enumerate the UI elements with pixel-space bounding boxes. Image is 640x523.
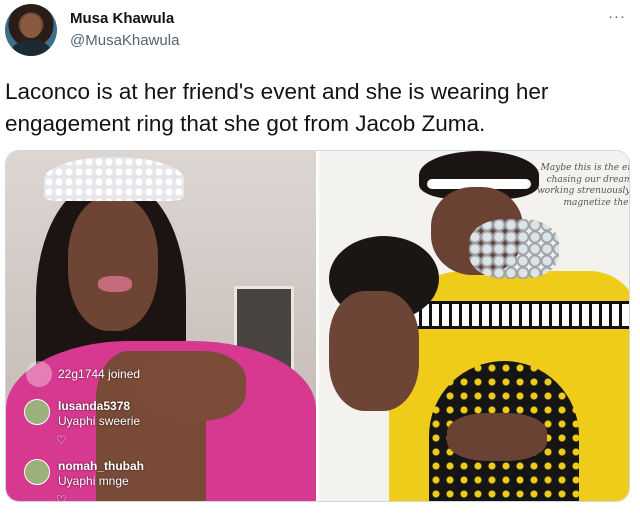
woman-lips xyxy=(98,276,132,292)
commenter-username: nomah_thubah xyxy=(58,459,144,473)
photo-caption: Maybe this is the era chasing our dreams… xyxy=(537,163,630,209)
commenter-username: lusanda5378 xyxy=(58,399,131,413)
live-join-notice: 22g1744 joined xyxy=(58,367,141,381)
hand-with-ring xyxy=(136,351,246,421)
joined-user-avatar xyxy=(26,361,52,387)
avatar-shirt xyxy=(11,40,51,56)
woman-face xyxy=(68,196,158,331)
caption-line: magnetize them xyxy=(563,197,630,208)
caption-line: Maybe this is the era xyxy=(540,163,630,173)
commenter-avatar xyxy=(24,459,50,485)
avatar-face xyxy=(21,14,41,38)
tweet-text: Laconco is at her friend's event and she… xyxy=(5,79,549,136)
caption-line: chasing our dreams xyxy=(546,174,630,185)
media-image-left[interactable]: 22g1744 joined lusanda5378 Uyaphi sweeri… xyxy=(6,151,316,502)
comment-text: Uyaphi sweerie xyxy=(58,414,141,428)
commenter-avatar xyxy=(24,399,50,425)
media-image-right[interactable]: Maybe this is the era chasing our dreams… xyxy=(319,151,630,501)
pearl-crown xyxy=(44,157,184,201)
pearl-necklace xyxy=(469,219,559,279)
heart-icon: ♡ xyxy=(56,493,67,502)
embracing-arm xyxy=(329,291,419,411)
comment-text: Uyaphi mnge xyxy=(58,474,129,488)
author-avatar[interactable] xyxy=(5,4,57,56)
author-name[interactable]: Musa Khawula xyxy=(70,10,174,27)
tweet-media[interactable]: 22g1744 joined lusanda5378 Uyaphi sweeri… xyxy=(5,150,630,502)
heart-icon: ♡ xyxy=(56,433,67,447)
hands-on-belly xyxy=(447,413,547,461)
author-handle[interactable]: @MusaKhawula xyxy=(70,32,179,49)
more-options-icon[interactable]: ··· xyxy=(608,8,626,25)
caption-line: working strenuously t xyxy=(537,186,630,196)
